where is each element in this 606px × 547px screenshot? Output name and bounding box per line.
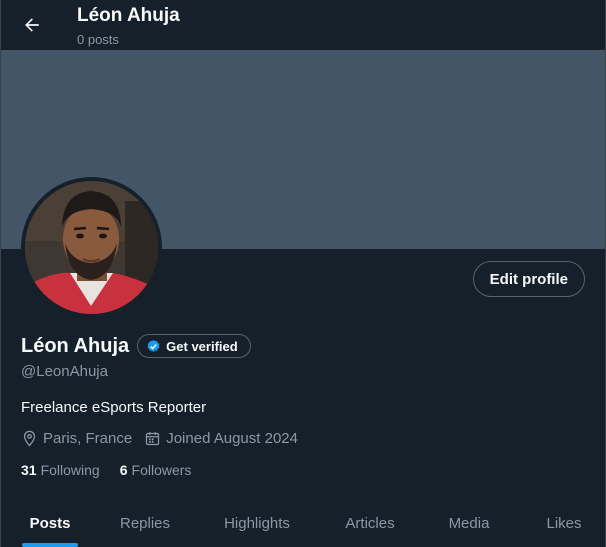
back-button[interactable]	[15, 8, 49, 42]
tab-label: Posts	[29, 515, 71, 532]
location-text: Paris, France	[43, 430, 133, 447]
tab-label: Articles	[345, 515, 395, 532]
avatar[interactable]	[21, 177, 162, 318]
following-link[interactable]: 31 Following	[21, 462, 100, 478]
tab-articles[interactable]: Articles	[323, 500, 417, 547]
following-label: Following	[40, 462, 100, 478]
tab-label: Replies	[119, 515, 171, 532]
verified-badge-icon	[147, 339, 160, 352]
followers-link[interactable]: 6 Followers	[120, 462, 192, 478]
follow-stats: 31 Following 6 Followers	[21, 462, 211, 478]
arrow-left-icon	[25, 18, 39, 32]
edit-profile-button[interactable]: Edit profile	[472, 261, 585, 297]
post-count: 0 posts	[77, 32, 119, 47]
tab-label: Likes	[546, 515, 582, 532]
tab-label: Media	[448, 515, 490, 532]
user-bio: Freelance eSports Reporter	[21, 399, 207, 416]
tab-posts[interactable]: Posts	[1, 500, 99, 547]
profile-tabs: Posts Replies Highlights Articles Media …	[1, 500, 605, 547]
tab-likes[interactable]: Likes	[521, 500, 605, 547]
profile-page: Léon Ahuja 0 posts Edit profile Léon Ahu…	[0, 0, 606, 547]
tab-replies[interactable]: Replies	[99, 500, 191, 547]
joined-item: Joined August 2024	[144, 430, 298, 447]
tab-media[interactable]: Media	[417, 500, 521, 547]
followers-count: 6	[119, 462, 128, 478]
location-item: Paris, France	[21, 430, 132, 447]
get-verified-label: Get verified	[166, 338, 238, 354]
user-handle: @LeonAhuja	[21, 363, 108, 380]
header-title: Léon Ahuja	[77, 5, 180, 26]
joined-text: Joined August 2024	[166, 430, 298, 447]
location-pin-icon	[23, 430, 36, 447]
tab-highlights[interactable]: Highlights	[191, 500, 323, 547]
top-header: Léon Ahuja 0 posts	[1, 0, 605, 50]
get-verified-button[interactable]: Get verified	[137, 334, 251, 358]
followers-label: Followers	[131, 462, 192, 478]
name-row: Léon Ahuja Get verified	[21, 334, 251, 358]
display-name: Léon Ahuja	[21, 334, 130, 357]
tab-label: Highlights	[224, 515, 290, 532]
profile-meta: Paris, France Joined August 2024	[21, 430, 310, 447]
calendar-icon	[146, 432, 160, 446]
active-tab-indicator	[22, 543, 78, 547]
following-count: 31	[21, 462, 37, 478]
avatar-photo	[25, 181, 158, 314]
